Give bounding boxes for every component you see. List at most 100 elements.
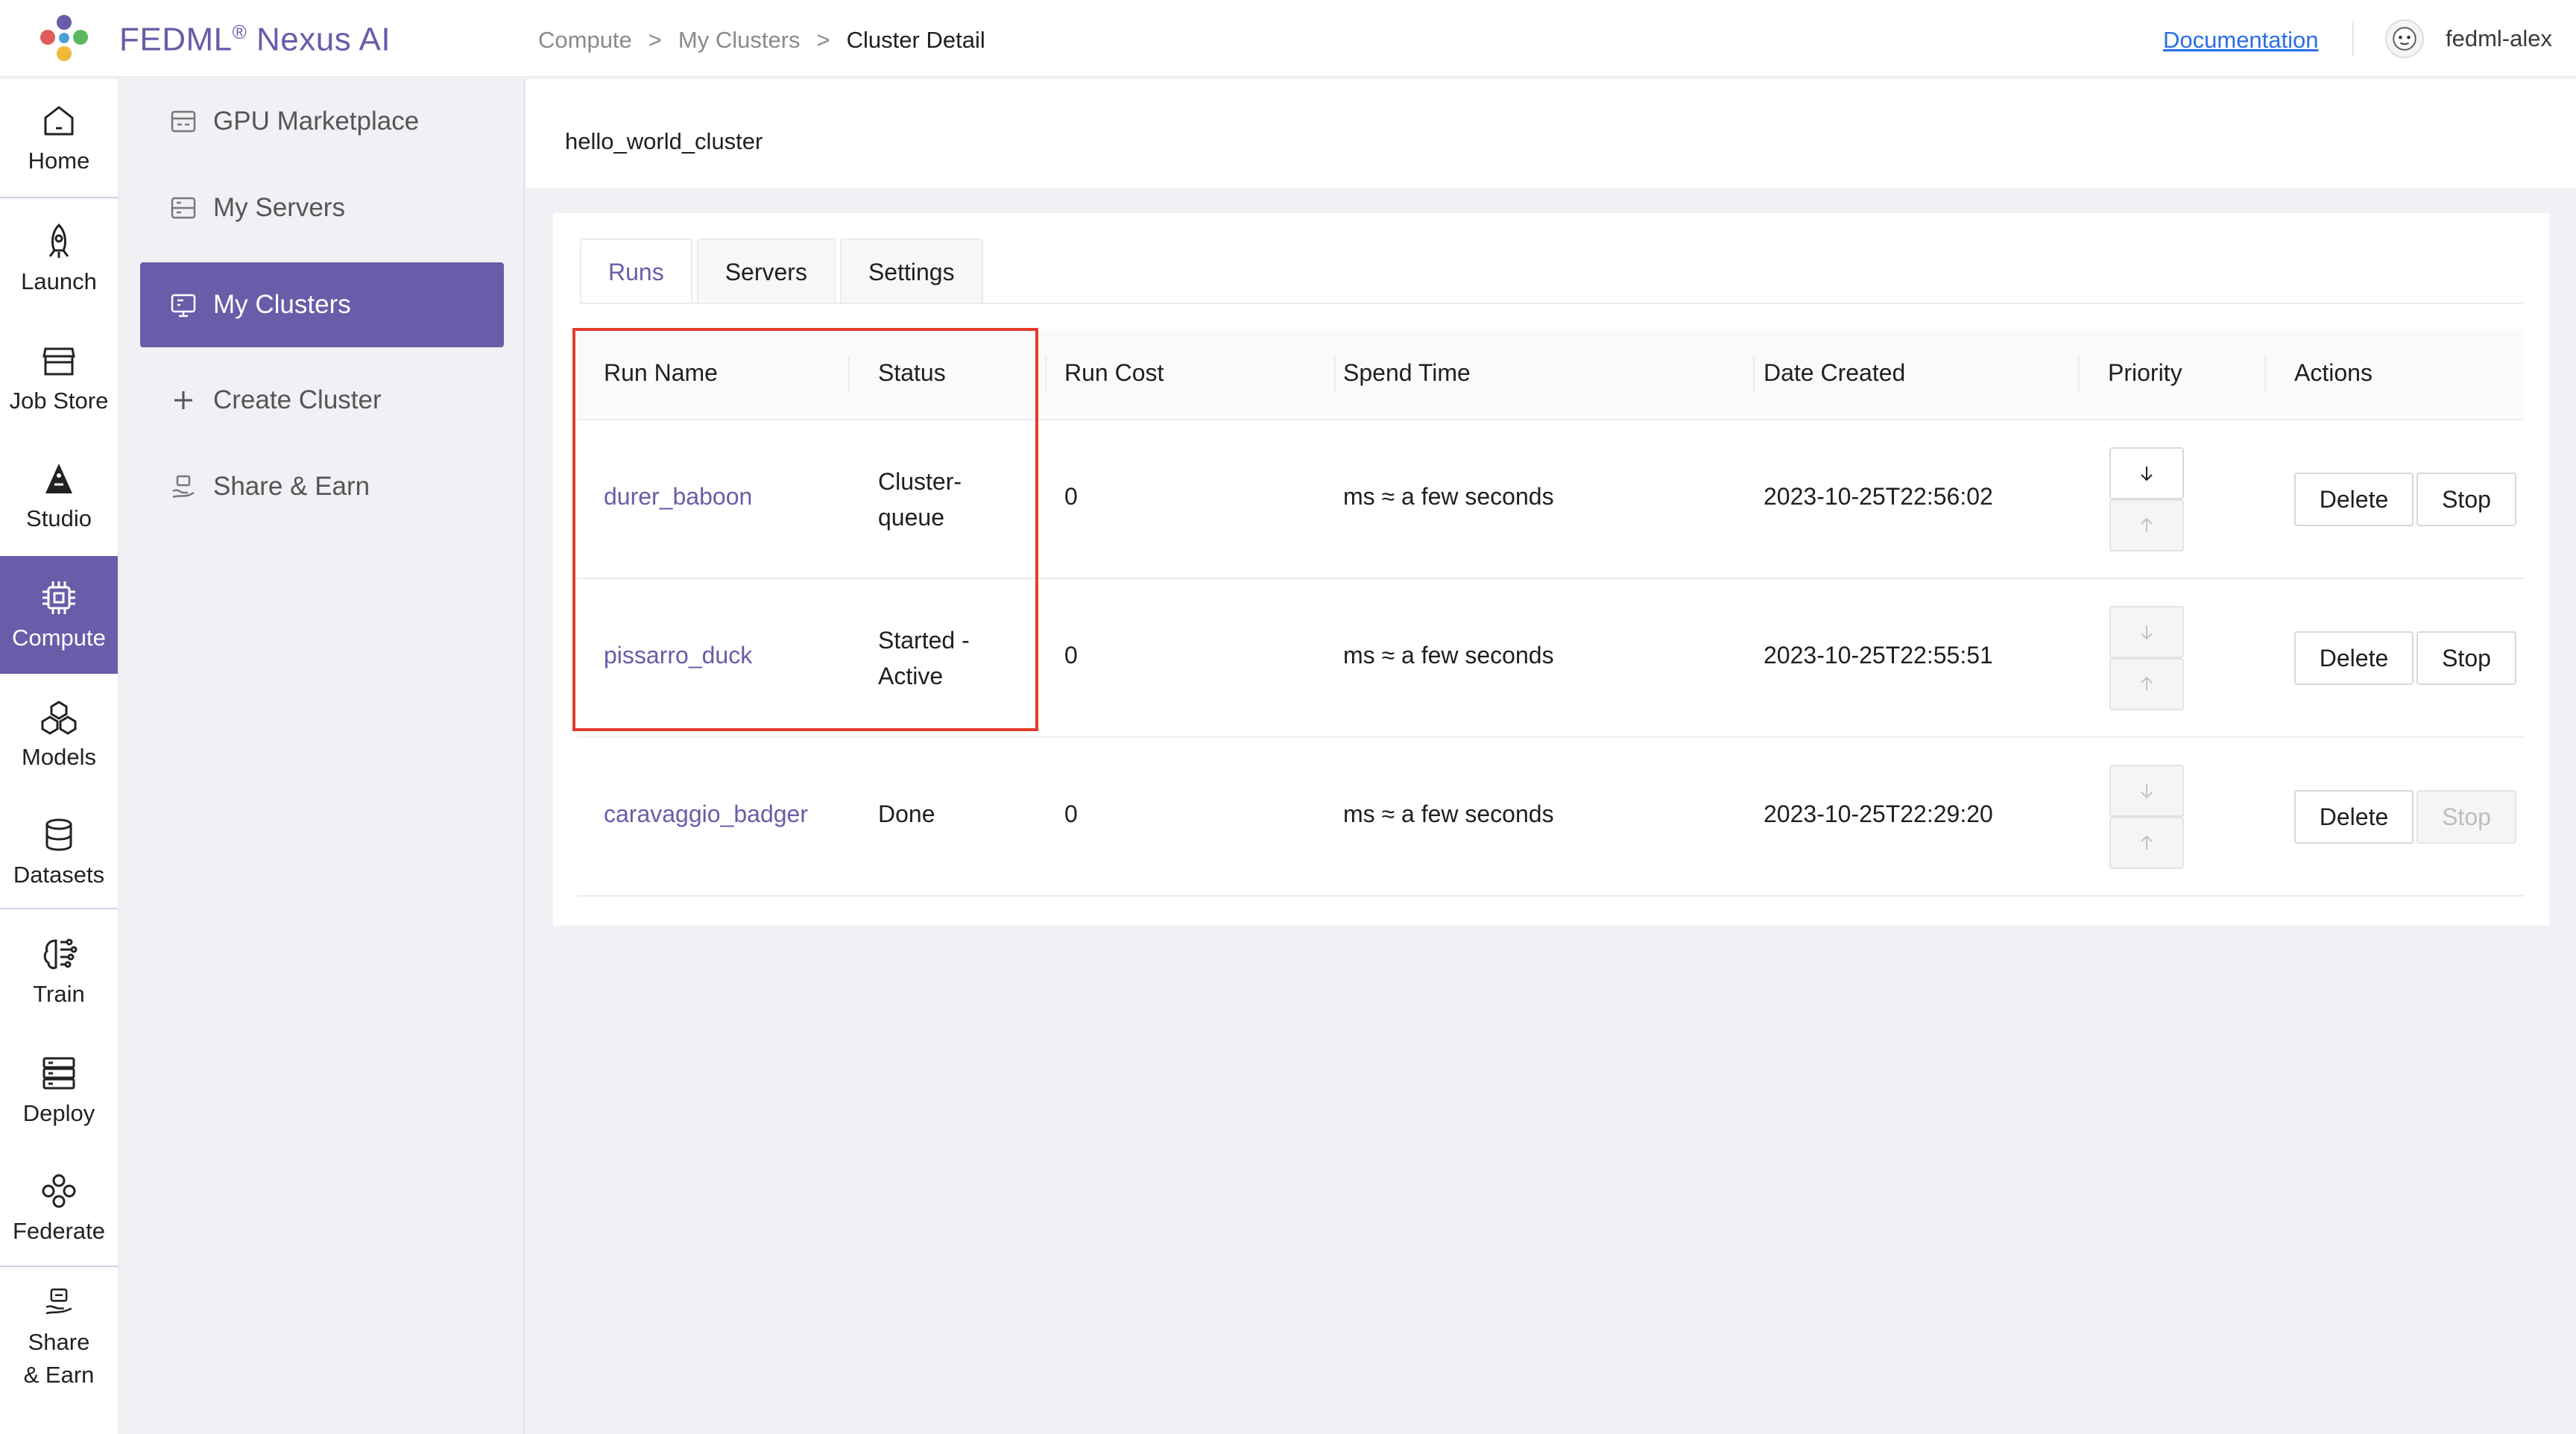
subnav-item-label: GPU Marketplace — [213, 107, 420, 136]
spend-time: ms ≈ a few seconds — [1343, 483, 1554, 510]
stop-button[interactable]: Stop — [2416, 473, 2516, 526]
store-icon — [42, 347, 75, 376]
subnav-item-create-cluster[interactable]: Create Cluster — [140, 358, 504, 443]
database-icon — [45, 818, 72, 851]
delete-button[interactable]: Delete — [2294, 631, 2414, 685]
share-earn-icon — [45, 1288, 72, 1315]
username[interactable]: fedml-alex — [2446, 25, 2552, 52]
priority-controls — [2109, 765, 2184, 869]
arrow-up-icon — [2141, 835, 2153, 850]
rail-divider — [0, 1266, 118, 1267]
spend-time: ms ≈ a few seconds — [1343, 800, 1554, 827]
breadcrumb-separator: > — [648, 27, 662, 53]
breadcrumb-separator: > — [816, 27, 830, 53]
delete-button[interactable]: Delete — [2294, 473, 2414, 526]
column-header-status[interactable]: Status — [878, 359, 946, 387]
rail-item-home[interactable]: Home — [0, 79, 118, 197]
priority-up-button[interactable] — [2109, 658, 2184, 710]
status-line-2: queue — [878, 504, 944, 531]
rail-item-launch[interactable]: Launch — [0, 200, 118, 318]
rail-item-studio[interactable]: Studio — [0, 437, 118, 555]
cluster-name: hello_world_cluster — [565, 128, 763, 154]
column-header-run-name[interactable]: Run Name — [604, 359, 718, 387]
delete-button[interactable]: Delete — [2294, 790, 2414, 844]
breadcrumb: Compute > My Clusters > Cluster Detail — [538, 27, 985, 54]
tabs: Runs Servers Settings — [580, 239, 983, 304]
arrow-down-icon — [2141, 625, 2153, 640]
column-header-run-cost[interactable]: Run Cost — [1064, 359, 1164, 387]
arrow-down-icon — [2141, 467, 2153, 481]
rail-item-job-store[interactable]: Job Store — [0, 319, 118, 437]
rail-item-label: Home — [28, 148, 90, 174]
rail-divider — [0, 197, 118, 198]
breadcrumb-my-clusters[interactable]: My Clusters — [678, 27, 801, 54]
priority-controls — [2109, 447, 2184, 552]
priority-down-button[interactable] — [2109, 765, 2184, 817]
tab-servers[interactable]: Servers — [696, 239, 836, 304]
run-name-link[interactable]: durer_baboon — [604, 483, 752, 511]
run-name-link[interactable]: pissarro_duck — [604, 642, 752, 669]
compute-subnav: GPU Marketplace My Servers My Clusters C… — [119, 79, 525, 1434]
federate-icon — [42, 1174, 76, 1208]
fedml-logo-icon[interactable] — [37, 12, 91, 66]
brand-suffix: Nexus AI — [247, 21, 391, 58]
brain-icon — [43, 938, 78, 970]
rail-divider — [0, 908, 118, 909]
column-header-spend-time[interactable]: Spend Time — [1343, 359, 1471, 387]
table-row: pissarro_duck Started - Active 0 ms ≈ a … — [577, 579, 2524, 738]
rail-item-deploy[interactable]: Deploy — [0, 1032, 118, 1149]
rail-item-train[interactable]: Train — [0, 912, 118, 1030]
rail-item-label-line-2: & Earn — [23, 1362, 95, 1388]
stop-button[interactable]: Stop — [2416, 790, 2516, 844]
run-cost: 0 — [1064, 642, 1078, 669]
priority-down-button[interactable] — [2109, 447, 2184, 499]
column-separator — [2264, 356, 2266, 394]
rail-item-label: Share & Earn — [24, 1326, 95, 1392]
priority-up-button[interactable] — [2109, 817, 2184, 869]
subnav-item-label: Create Cluster — [213, 385, 382, 414]
breadcrumb-cluster-detail: Cluster Detail — [846, 27, 985, 53]
subnav-item-share-earn[interactable]: Share & Earn — [140, 444, 504, 529]
rail-item-label: Deploy — [22, 1100, 95, 1126]
run-cost: 0 — [1064, 483, 1078, 510]
brand-registered-mark: ® — [232, 21, 247, 43]
rail-item-datasets[interactable]: Datasets — [0, 793, 118, 911]
column-separator — [1045, 356, 1046, 394]
rail-item-models[interactable]: Models — [0, 675, 118, 793]
tab-runs[interactable]: Runs — [580, 239, 692, 304]
rail-item-label-line-1: Share — [28, 1329, 90, 1355]
share-earn-icon — [172, 475, 195, 499]
breadcrumb-compute[interactable]: Compute — [538, 27, 632, 54]
date-created: 2023-10-25T22:55:51 — [1764, 642, 1993, 669]
rail-item-share-earn[interactable]: Share & Earn — [0, 1272, 118, 1406]
documentation-link[interactable]: Documentation — [2163, 27, 2319, 54]
arrow-down-icon — [2141, 784, 2153, 799]
rail-item-label: Datasets — [13, 862, 105, 888]
subnav-item-gpu-marketplace[interactable]: GPU Marketplace — [140, 79, 504, 164]
status-line-1: Cluster- — [878, 468, 962, 495]
column-header-actions: Actions — [2294, 359, 2373, 386]
rail-item-federate[interactable]: Federate — [0, 1149, 118, 1267]
subnav-item-my-clusters[interactable]: My Clusters — [140, 262, 504, 347]
priority-up-button[interactable] — [2109, 499, 2184, 552]
column-separator — [848, 356, 850, 394]
avatar[interactable] — [2385, 19, 2424, 58]
rail-item-compute[interactable]: Compute — [0, 556, 118, 674]
status-line-2: Active — [878, 663, 944, 689]
servers-icon — [171, 197, 196, 219]
stop-button[interactable]: Stop — [2416, 631, 2516, 685]
marketplace-icon — [171, 110, 196, 133]
server-icon — [42, 1057, 75, 1090]
priority-down-button[interactable] — [2109, 606, 2184, 658]
run-name-link[interactable]: caravaggio_badger — [604, 800, 808, 828]
column-header-priority[interactable]: Priority — [2108, 359, 2182, 387]
column-header-date-created[interactable]: Date Created — [1764, 359, 1905, 387]
rail-item-label: Launch — [21, 268, 97, 294]
date-created: 2023-10-25T22:56:02 — [1764, 483, 1993, 510]
tab-settings[interactable]: Settings — [839, 239, 983, 304]
arrow-up-icon — [2141, 676, 2153, 691]
chip-icon — [42, 581, 75, 614]
subnav-item-my-servers[interactable]: My Servers — [140, 165, 504, 250]
brand-title[interactable]: FEDML® Nexus AI — [119, 21, 391, 59]
column-separator — [2078, 356, 2080, 394]
